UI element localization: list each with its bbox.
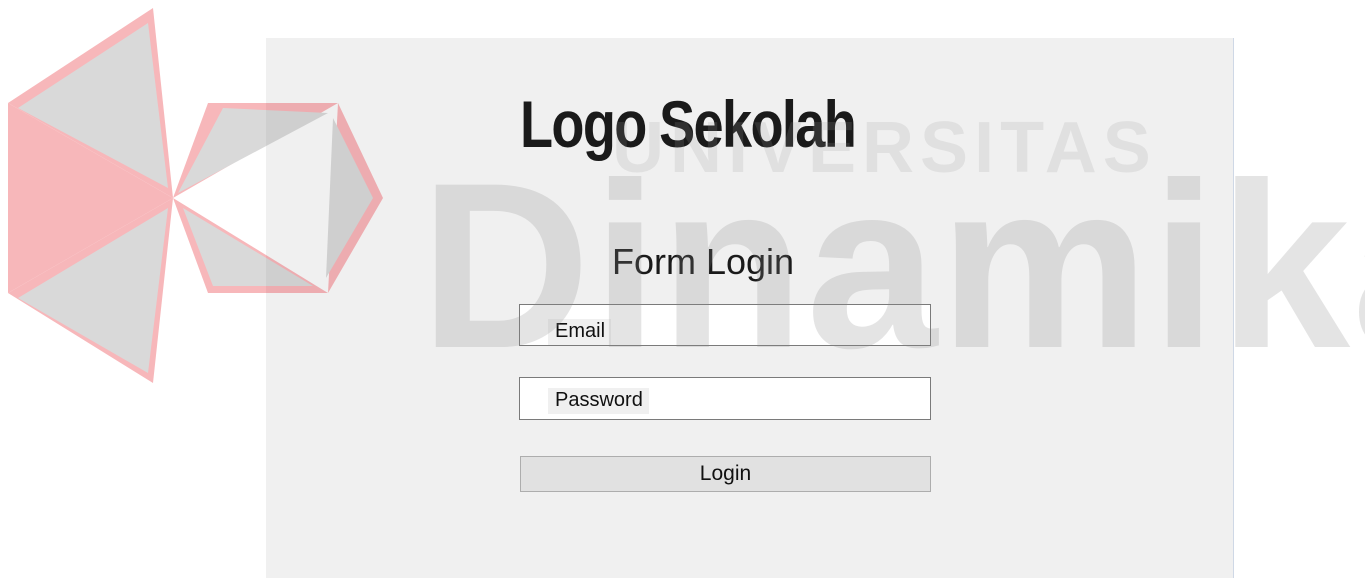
school-logo-title: Logo Sekolah bbox=[520, 87, 857, 161]
password-label: Password bbox=[548, 388, 649, 414]
login-button[interactable]: Login bbox=[520, 456, 931, 492]
password-field[interactable]: Password bbox=[519, 377, 931, 420]
email-label: Email bbox=[548, 319, 612, 345]
email-field[interactable]: Email bbox=[519, 304, 931, 346]
form-login-heading: Form Login bbox=[612, 241, 795, 282]
